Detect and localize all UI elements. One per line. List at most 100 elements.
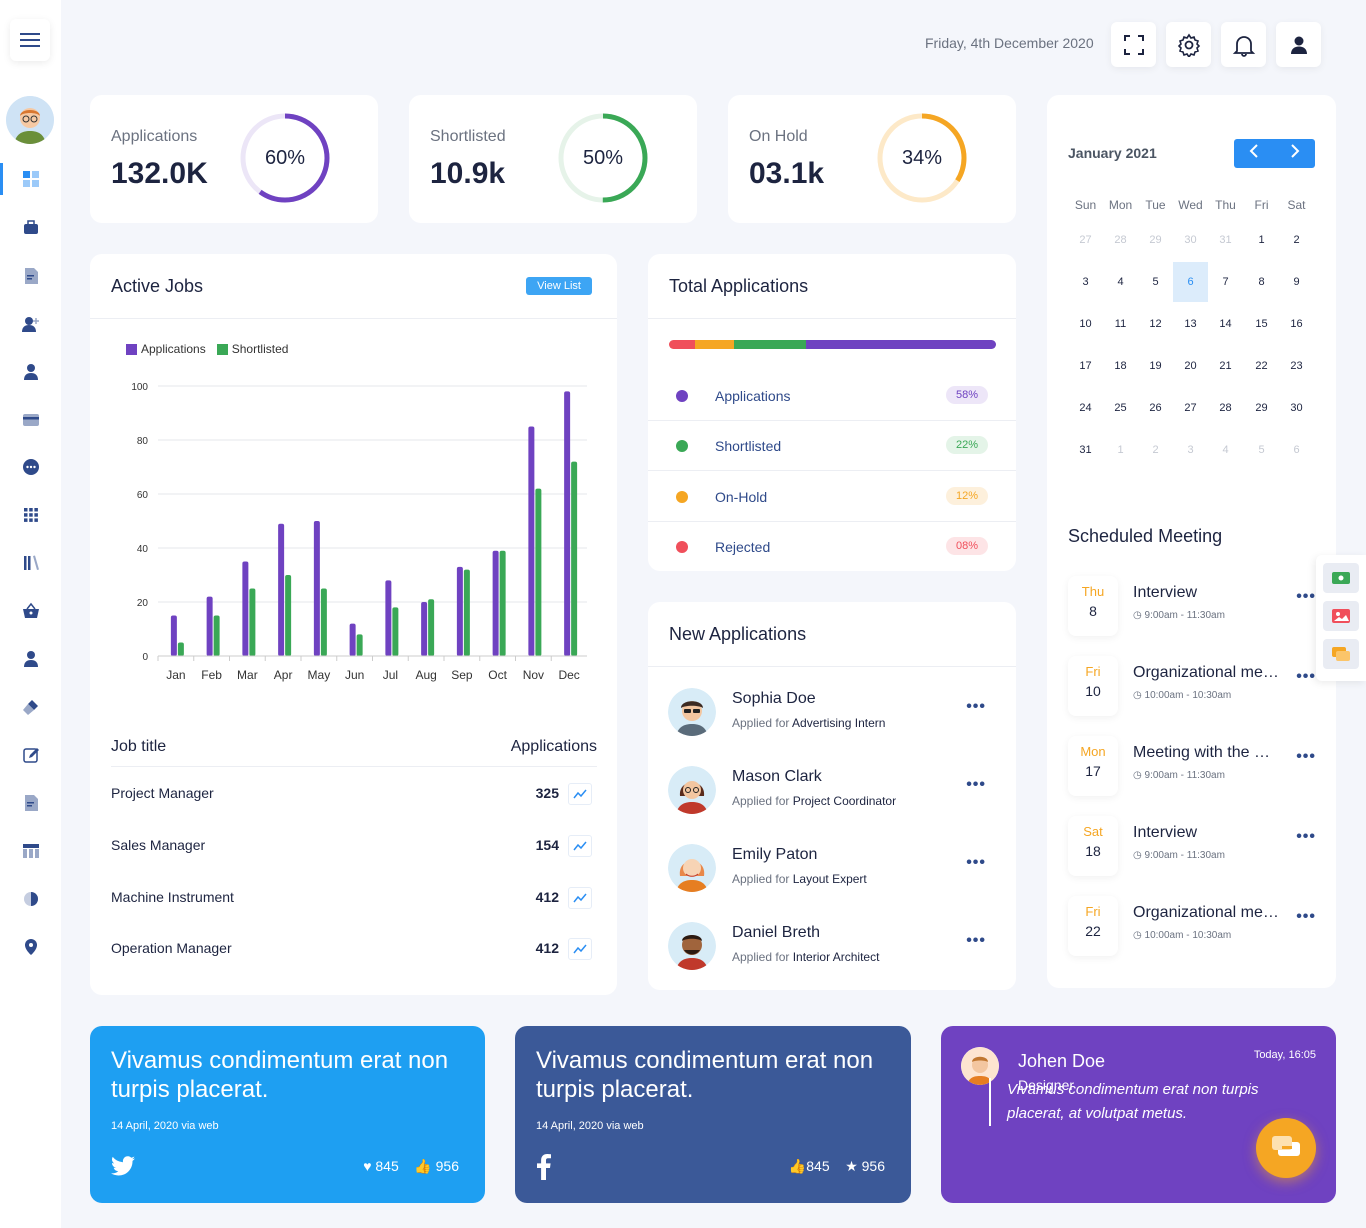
nav-tools[interactable] [0, 687, 61, 727]
applicant-row[interactable]: Emily Paton Applied for Layout Expert ••… [668, 844, 996, 904]
calendar-day[interactable]: 21 [1208, 346, 1243, 386]
calendar-day[interactable]: 28 [1208, 388, 1243, 428]
nav-shop[interactable] [0, 591, 61, 631]
thumbs-up-icon[interactable]: 👍 [414, 1158, 431, 1174]
more-options-icon[interactable]: ••• [1296, 748, 1316, 766]
nav-library[interactable] [0, 543, 61, 583]
trend-button[interactable] [568, 938, 592, 960]
calendar-day[interactable]: 19 [1138, 346, 1173, 386]
calendar-day[interactable]: 8 [1244, 262, 1279, 302]
trend-button[interactable] [568, 783, 592, 805]
nav-table[interactable] [0, 831, 61, 871]
calendar-day[interactable]: 1 [1244, 220, 1279, 260]
more-options-icon[interactable]: ••• [966, 932, 986, 950]
calendar-day[interactable]: 16 [1279, 304, 1314, 344]
calendar-day[interactable]: 3 [1173, 430, 1208, 470]
calendar-day[interactable]: 7 [1208, 262, 1243, 302]
more-options-icon[interactable]: ••• [966, 698, 986, 716]
profile-button[interactable] [1276, 22, 1321, 67]
calendar-day[interactable]: 10 [1068, 304, 1103, 344]
nav-profile[interactable] [0, 639, 61, 679]
nav-payments[interactable] [0, 400, 61, 440]
prev-month-button[interactable] [1249, 144, 1259, 163]
meeting-item[interactable]: Thu 8 Interview ◷ 9:00am - 11:30am ••• [1068, 576, 1316, 636]
meeting-item[interactable]: Fri 22 Organizational meeting ◷ 10:00am -… [1068, 896, 1316, 956]
applicant-row[interactable]: Mason Clark Applied for Project Coordina… [668, 766, 996, 826]
calendar-day[interactable]: 30 [1279, 388, 1314, 428]
trend-button[interactable] [568, 835, 592, 857]
calendar-day[interactable]: 14 [1208, 304, 1243, 344]
more-options-icon[interactable]: ••• [966, 854, 986, 872]
messages-button[interactable] [1323, 639, 1359, 669]
chat-fab-button[interactable] [1256, 1118, 1316, 1178]
meeting-item[interactable]: Sat 18 Interview ◷ 9:00am - 11:30am ••• [1068, 816, 1316, 876]
heart-icon[interactable]: ♥ [363, 1158, 371, 1174]
nav-add-user[interactable] [0, 304, 61, 344]
notifications-button[interactable] [1221, 22, 1266, 67]
nav-map[interactable] [0, 927, 61, 967]
calendar-day[interactable]: 9 [1279, 262, 1314, 302]
meeting-item[interactable]: Fri 10 Organizational meeting ◷ 10:00am -… [1068, 656, 1316, 716]
user-avatar[interactable] [6, 96, 54, 144]
fullscreen-button[interactable] [1111, 22, 1156, 67]
applicant-row[interactable]: Daniel Breth Applied for Interior Archit… [668, 922, 996, 982]
view-list-button[interactable]: View List [526, 277, 592, 295]
nav-reports[interactable] [0, 783, 61, 823]
more-options-icon[interactable]: ••• [1296, 668, 1316, 686]
trend-button[interactable] [568, 887, 592, 909]
calendar-day[interactable]: 29 [1244, 388, 1279, 428]
calendar-day[interactable]: 12 [1138, 304, 1173, 344]
calendar-day[interactable]: 30 [1173, 220, 1208, 260]
calendar-day[interactable]: 5 [1244, 430, 1279, 470]
calendar-day[interactable]: 28 [1103, 220, 1138, 260]
nav-edit[interactable] [0, 735, 61, 775]
calendar-day[interactable]: 11 [1103, 304, 1138, 344]
next-month-button[interactable] [1290, 144, 1300, 163]
calendar-day[interactable]: 23 [1279, 346, 1314, 386]
meeting-item[interactable]: Mon 17 Meeting with the manager ◷ 9:00am … [1068, 736, 1316, 796]
gallery-button[interactable] [1323, 601, 1359, 631]
applicant-row[interactable]: Sophia Doe Applied for Advertising Inter… [668, 688, 996, 748]
calendar-day[interactable]: 4 [1103, 262, 1138, 302]
more-options-icon[interactable]: ••• [1296, 828, 1316, 846]
calendar-day[interactable]: 2 [1138, 430, 1173, 470]
more-options-icon[interactable]: ••• [1296, 588, 1316, 606]
calendar-day[interactable]: 29 [1138, 220, 1173, 260]
calendar-day[interactable]: 17 [1068, 346, 1103, 386]
calendar-day[interactable]: 6 [1173, 262, 1208, 302]
calendar-day[interactable]: 4 [1208, 430, 1243, 470]
nav-dashboard[interactable] [0, 159, 61, 199]
calendar-day[interactable]: 18 [1103, 346, 1138, 386]
calendar-day[interactable]: 1 [1103, 430, 1138, 470]
thumbs-up-icon[interactable]: 👍 [789, 1158, 806, 1174]
calendar-day[interactable]: 31 [1068, 430, 1103, 470]
calendar-day[interactable]: 31 [1208, 220, 1243, 260]
more-options-icon[interactable]: ••• [966, 776, 986, 794]
calendar-day[interactable]: 27 [1173, 388, 1208, 428]
calendar-day[interactable]: 27 [1068, 220, 1103, 260]
calendar-day[interactable]: 20 [1173, 346, 1208, 386]
calendar-day[interactable]: 6 [1279, 430, 1314, 470]
nav-chat[interactable] [0, 447, 61, 487]
calendar-day[interactable]: 5 [1138, 262, 1173, 302]
money-button[interactable] [1323, 563, 1359, 593]
more-options-icon[interactable]: ••• [1296, 908, 1316, 926]
calendar-day[interactable]: 25 [1103, 388, 1138, 428]
calendar-day[interactable]: 3 [1068, 262, 1103, 302]
calendar-day[interactable]: 2 [1279, 220, 1314, 260]
calendar-day[interactable]: 13 [1173, 304, 1208, 344]
settings-button[interactable] [1166, 22, 1211, 67]
nav-apps[interactable] [0, 495, 61, 535]
calendar-day[interactable]: 26 [1138, 388, 1173, 428]
hamburger-menu-button[interactable] [10, 19, 50, 61]
calendar-day[interactable]: 24 [1068, 388, 1103, 428]
nav-user[interactable] [0, 352, 61, 392]
nav-documents[interactable] [0, 256, 61, 296]
calendar-day[interactable]: 22 [1244, 346, 1279, 386]
nav-charts[interactable] [0, 879, 61, 919]
star-icon[interactable]: ★ [845, 1158, 858, 1174]
facebook-icon[interactable] [537, 1154, 551, 1180]
nav-jobs[interactable] [0, 208, 61, 248]
twitter-icon[interactable] [111, 1156, 135, 1176]
calendar-day[interactable]: 15 [1244, 304, 1279, 344]
